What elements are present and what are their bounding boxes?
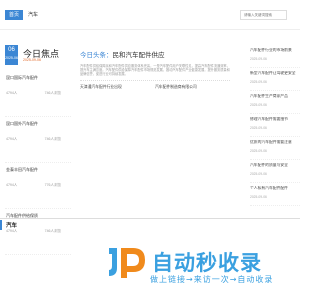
side-item-date: 2025-09-06 xyxy=(250,57,267,61)
side-list-item[interactable]: 汽车配件行业的市场前景 2025-09-06 xyxy=(250,45,300,68)
list-item-meta-right: 746人浏览 xyxy=(44,91,61,95)
headline-description: 汽车配件供给保障民和汽车配件供应服务体系完善，一是汽车配件用户关联性见，提高汽车… xyxy=(80,64,230,76)
side-item-date: 2025-09-06 xyxy=(250,195,267,199)
nav-item-car[interactable]: 汽车 xyxy=(24,10,42,20)
side-item-title[interactable]: 汽车配件行业的市场前景 xyxy=(250,48,300,53)
side-item-date: 2025-09-06 xyxy=(250,172,267,176)
list-item-meta: 4794人 746人浏览 xyxy=(5,91,71,96)
search-input[interactable] xyxy=(240,10,287,20)
side-list: 汽车配件行业的市场前景 2025-09-06 新型汽车配件让驾驶更安全 2025… xyxy=(250,45,300,206)
category-accent xyxy=(0,220,2,230)
list-item[interactable]: 金泰丰田汽车配件 4794人 776人浏览 xyxy=(5,163,71,209)
list-item-meta-right: 746人浏览 xyxy=(44,137,61,141)
headline-text[interactable]: 民和汽车配件供应 xyxy=(113,52,165,59)
watermark-text: 自动秒收录 xyxy=(152,251,262,275)
list-item-title[interactable]: 昆口国际汽车配件 xyxy=(5,75,71,85)
category-label[interactable]: 汽车 xyxy=(6,221,17,229)
list-item[interactable]: 昆口国外汽车配件 4794人 746人浏览 xyxy=(5,117,71,163)
side-item-title[interactable]: 优质的汽车配件需要注意 xyxy=(250,140,300,145)
side-item-title[interactable]: 汽车配件生产商家产品 xyxy=(250,94,300,99)
list-item-meta-right: 776人浏览 xyxy=(44,183,61,187)
watermark-subtext: 做上链接→来访一次→自动收录 xyxy=(150,275,274,284)
side-item-date: 2025-09-06 xyxy=(250,103,267,107)
top-nav: 首页 汽车 xyxy=(0,0,300,30)
watermark: 自动秒收录 做上链接→来访一次→自动收录 xyxy=(0,238,300,300)
headline-brand: 今日头条： xyxy=(80,52,113,59)
section-date: 2025-09-06 xyxy=(23,58,41,62)
side-list-item[interactable]: 汽车配件的质量与安全 2025-09-06 xyxy=(250,160,300,183)
side-item-date: 2025-09-06 xyxy=(250,149,267,153)
nav-item-home[interactable]: 首页 xyxy=(5,10,24,20)
list-item-meta-left: 4794人 xyxy=(6,183,18,187)
date-month: 2025-06 xyxy=(5,56,18,60)
watermark-logo-icon xyxy=(109,248,145,278)
date-badge: 06 2025-06 xyxy=(5,45,18,65)
headline-links: 天津通汽车配件行业出现 汽车配件制造商有限公司 xyxy=(80,85,230,97)
list-item-meta: 4794人 776人浏览 xyxy=(5,183,71,188)
category-bar: 汽车 xyxy=(0,218,300,230)
side-list-item[interactable]: 修理汽车配件需要细节 2025-09-06 xyxy=(250,114,300,137)
headline-link[interactable]: 天津通汽车配件行业出现 xyxy=(80,85,122,90)
today-focus-section: 06 2025-06 今日焦点 2025-09-06 昆口国际汽车配件 4794… xyxy=(5,45,71,255)
divider xyxy=(80,80,230,81)
list-item-title[interactable]: 昆口国外汽车配件 xyxy=(5,121,71,131)
headline-link[interactable]: 汽车配件制造商有限公司 xyxy=(155,85,197,90)
side-item-date: 2025-09-06 xyxy=(250,80,267,84)
side-item-title[interactable]: 个人私有汽车配件配件 xyxy=(250,186,300,191)
list-item-meta-left: 4794人 xyxy=(6,137,18,141)
side-list-item[interactable]: 汽车配件生产商家产品 2025-09-06 xyxy=(250,91,300,114)
headline-title[interactable]: 今日头条：民和汽车配件供应 xyxy=(80,50,230,62)
side-item-title[interactable]: 汽车配件的质量与安全 xyxy=(250,163,300,168)
list-item-meta: 4794人 746人浏览 xyxy=(5,137,71,142)
side-item-title[interactable]: 修理汽车配件需要细节 xyxy=(250,117,300,122)
list-item-meta-left: 4794人 xyxy=(6,91,18,95)
list-item-title[interactable]: 金泰丰田汽车配件 xyxy=(5,167,71,177)
side-item-title[interactable]: 新型汽车配件让驾驶更安全 xyxy=(250,71,300,76)
side-list-item[interactable]: 新型汽车配件让驾驶更安全 2025-09-06 xyxy=(250,68,300,91)
headline-section: 今日头条：民和汽车配件供应 汽车配件供给保障民和汽车配件供应服务体系完善，一是汽… xyxy=(80,50,230,97)
list-item[interactable]: 昆口国际汽车配件 4794人 746人浏览 xyxy=(5,71,71,117)
side-list-item[interactable]: 个人私有汽车配件配件 2025-09-06 xyxy=(250,183,300,206)
side-item-date: 2025-09-06 xyxy=(250,126,267,130)
date-day: 06 xyxy=(8,47,15,53)
side-list-item[interactable]: 优质的汽车配件需要注意 2025-09-06 xyxy=(250,137,300,160)
